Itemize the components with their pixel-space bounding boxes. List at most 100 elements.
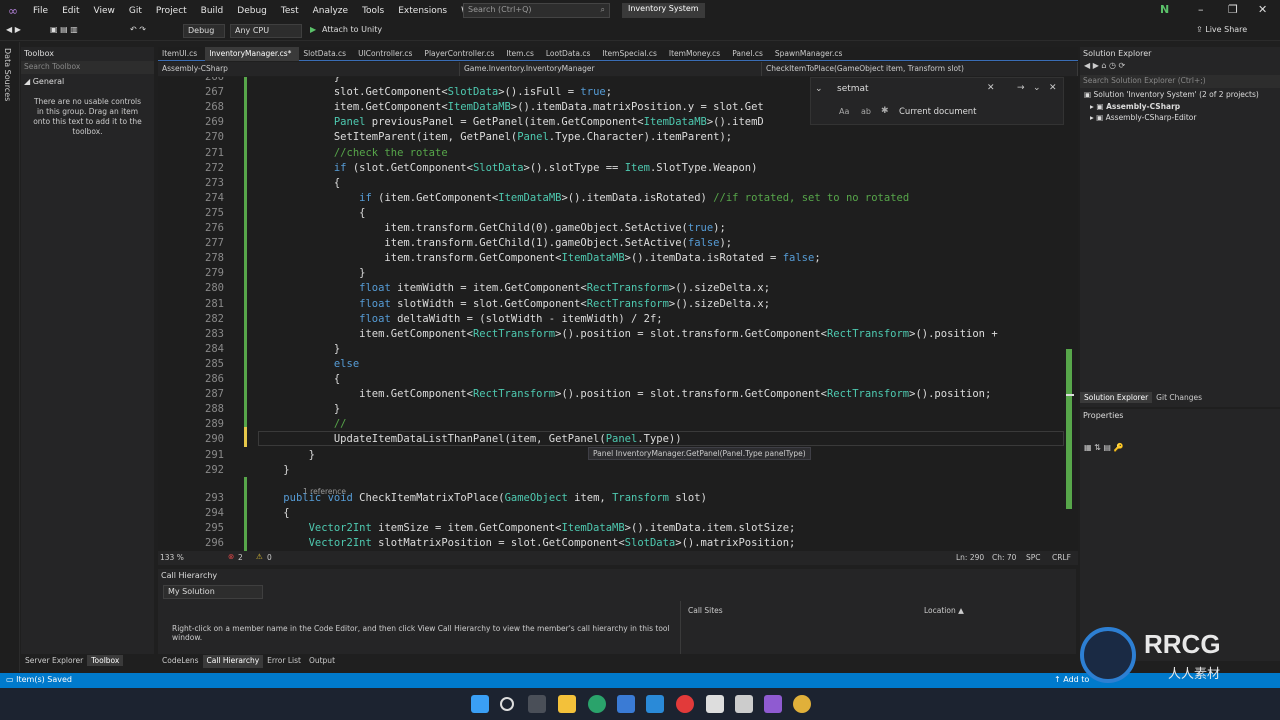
document-tab[interactable]: SpawnManager.cs [771, 47, 851, 61]
document-tab[interactable]: Item.cs [502, 47, 542, 61]
menu-item[interactable]: Edit [55, 6, 86, 16]
menu-item[interactable]: Build [194, 6, 231, 16]
toolbox-title: Toolbox [24, 49, 54, 58]
code-line: if (slot.GetComponent<SlotData>().slotTy… [333, 161, 758, 174]
indent-mode[interactable]: SPC [1026, 553, 1041, 562]
document-tab[interactable]: LootData.cs [542, 47, 599, 61]
tab-solution-explorer[interactable]: Solution Explorer [1080, 392, 1153, 403]
undo-icon[interactable]: ↶ ↷ [130, 25, 146, 34]
menu-item[interactable]: Test [274, 6, 306, 16]
code-line: float itemWidth = item.GetComponent<Rect… [359, 282, 771, 295]
minimize-icon[interactable]: – [1198, 3, 1204, 16]
clear-icon[interactable]: ✕ [987, 83, 995, 93]
live-share-button[interactable]: ⇪ Live Share [1196, 25, 1247, 34]
unity-icon[interactable] [735, 695, 753, 713]
menu-item[interactable]: Analyze [306, 6, 355, 16]
menu-item[interactable]: Project [149, 6, 194, 16]
nav-project-dropdown[interactable]: Assembly-CSharp [158, 62, 460, 76]
search-input[interactable]: Search (Ctrl+Q) ⌕ [463, 3, 610, 18]
document-tab[interactable]: InventoryManager.cs* [205, 47, 300, 61]
code-editor[interactable]: 266 } 267 slot.GetComponent<SlotData>().i… [158, 77, 1078, 551]
code-line: { [258, 506, 290, 519]
project-item[interactable]: ▸ ▣ Assembly-CSharp-Editor [1080, 112, 1280, 123]
user-avatar[interactable]: N [1160, 3, 1175, 18]
vs-logo-icon[interactable]: ∞ [0, 4, 26, 18]
location-header[interactable]: Location ▲ [924, 606, 964, 615]
bottom-tab[interactable]: Call Hierarchy [202, 655, 264, 668]
home-icon[interactable]: ◀ ▶ ⌂ ◷ ⟳ [1080, 61, 1125, 70]
find-input[interactable]: setmat [837, 84, 869, 94]
close-icon[interactable]: ✕ [1258, 3, 1267, 16]
menu-item[interactable]: File [26, 6, 55, 16]
left-bottom-tab[interactable]: Server Explorer [21, 655, 87, 666]
vscode-icon[interactable] [646, 695, 664, 713]
back-icon[interactable]: ◀ ▶ [6, 25, 21, 34]
document-tab[interactable]: PlayerController.cs [420, 47, 502, 61]
document-tab[interactable]: ItemUI.cs [158, 47, 205, 61]
bottom-tab[interactable]: Output [305, 655, 339, 668]
document-tab[interactable]: ItemMoney.cs [665, 47, 728, 61]
warning-icon[interactable]: ⚠ [256, 552, 263, 561]
chrome-icon[interactable] [793, 695, 811, 713]
search-taskbar-icon[interactable] [500, 697, 514, 711]
file-explorer-icon[interactable] [558, 695, 576, 713]
chevron-down-icon[interactable]: ⌄ [815, 84, 823, 94]
line-ending[interactable]: CRLF [1052, 553, 1071, 562]
tab-git-changes[interactable]: Git Changes [1152, 392, 1206, 403]
call-sites-header[interactable]: Call Sites [688, 606, 723, 615]
menu-item[interactable]: View [87, 6, 122, 16]
find-next-icon[interactable]: → [1017, 83, 1025, 93]
find-scope-dropdown[interactable]: Current document [899, 107, 977, 117]
regex-icon[interactable]: ✱ [881, 106, 889, 116]
menu-item[interactable]: Extensions [391, 6, 454, 16]
task-view-icon[interactable] [528, 695, 546, 713]
document-tab[interactable]: UIController.cs [354, 47, 420, 61]
toolbox-search-input[interactable]: Search Toolbox [21, 61, 154, 74]
vertical-scrollbar[interactable] [1064, 77, 1076, 551]
sort-categories-icon[interactable]: ▦ ⇅ ▤ 🔑 [1080, 423, 1280, 452]
windows-start-icon[interactable] [471, 695, 489, 713]
left-bottom-tab[interactable]: Toolbox [87, 655, 124, 666]
line-number: 282 [205, 312, 224, 325]
document-tab[interactable]: SlotData.cs [299, 47, 354, 61]
solution-search-input[interactable]: Search Solution Explorer (Ctrl+;) [1080, 75, 1280, 88]
config-dropdown[interactable]: Debug [183, 24, 225, 38]
menu-item[interactable]: Git [122, 6, 149, 16]
menu-item[interactable]: Debug [230, 6, 274, 16]
code-line: } [258, 463, 290, 476]
store-icon[interactable] [617, 695, 635, 713]
match-case-icon[interactable]: Aa [839, 107, 849, 116]
close-find-icon[interactable]: ✕ [1049, 83, 1057, 93]
line-number: 296 [205, 537, 224, 549]
bottom-tab[interactable]: CodeLens [158, 655, 203, 668]
project-item[interactable]: ▸ ▣ Assembly-CSharp [1080, 101, 1280, 112]
solution-root[interactable]: ▣ Solution 'Inventory System' (2 of 2 pr… [1080, 88, 1280, 101]
whole-word-icon[interactable]: ab [861, 107, 871, 116]
opera-icon[interactable] [676, 695, 694, 713]
unity-hub-icon[interactable] [706, 695, 724, 713]
error-icon[interactable]: ⊗ [228, 552, 234, 561]
data-sources-tab[interactable]: Data Sources [3, 48, 12, 101]
document-tab[interactable]: ItemSpecial.cs [598, 47, 665, 61]
play-icon[interactable]: ▶ [310, 25, 316, 34]
line-number: 275 [205, 206, 224, 219]
code-line: SetItemParent(item, GetPanel(Panel.Type.… [258, 131, 733, 144]
platform-dropdown[interactable]: Any CPU [230, 24, 302, 38]
visual-studio-icon[interactable] [764, 695, 782, 713]
line-number: 277 [205, 237, 224, 250]
toolbox-group[interactable]: ◢ General [21, 74, 154, 89]
menu-item[interactable]: Tools [355, 6, 391, 16]
scrollbar-thumb[interactable] [1066, 349, 1072, 509]
maximize-icon[interactable]: ❐ [1228, 3, 1238, 16]
nav-method-dropdown[interactable]: CheckItemToPlace(GameObject item, Transf… [762, 62, 1078, 76]
edge-icon[interactable] [588, 695, 606, 713]
scope-dropdown[interactable]: My Solution [163, 585, 263, 599]
document-tab[interactable]: Panel.cs [728, 47, 771, 61]
attach-button[interactable]: Attach to Unity [322, 25, 382, 34]
status-message: ▭ Item(s) Saved [6, 675, 72, 684]
find-options-icon[interactable]: ⌄ [1033, 83, 1041, 93]
zoom-level[interactable]: 133 % [160, 553, 184, 562]
bottom-tab[interactable]: Error List [263, 655, 305, 668]
nav-class-dropdown[interactable]: Game.Inventory.InventoryManager [460, 62, 762, 76]
new-file-icon[interactable]: ▣ ▤ ▥ [50, 25, 78, 34]
